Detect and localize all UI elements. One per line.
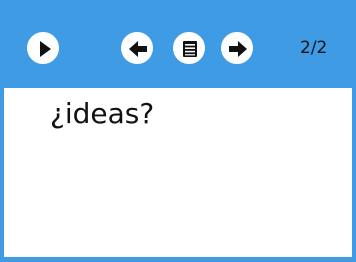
play-button[interactable]: [27, 32, 59, 64]
slide-text: ¿ideas?: [50, 97, 155, 130]
page-indicator: 2/2: [300, 38, 328, 58]
slide-list-button[interactable]: [173, 32, 205, 64]
toolbar: 2/2: [0, 0, 356, 88]
arrow-left-icon: [129, 41, 147, 57]
arrow-right-icon: [229, 41, 247, 57]
play-icon: [40, 41, 51, 57]
list-icon: [183, 41, 197, 57]
previous-button[interactable]: [121, 32, 153, 64]
next-button[interactable]: [221, 32, 253, 64]
